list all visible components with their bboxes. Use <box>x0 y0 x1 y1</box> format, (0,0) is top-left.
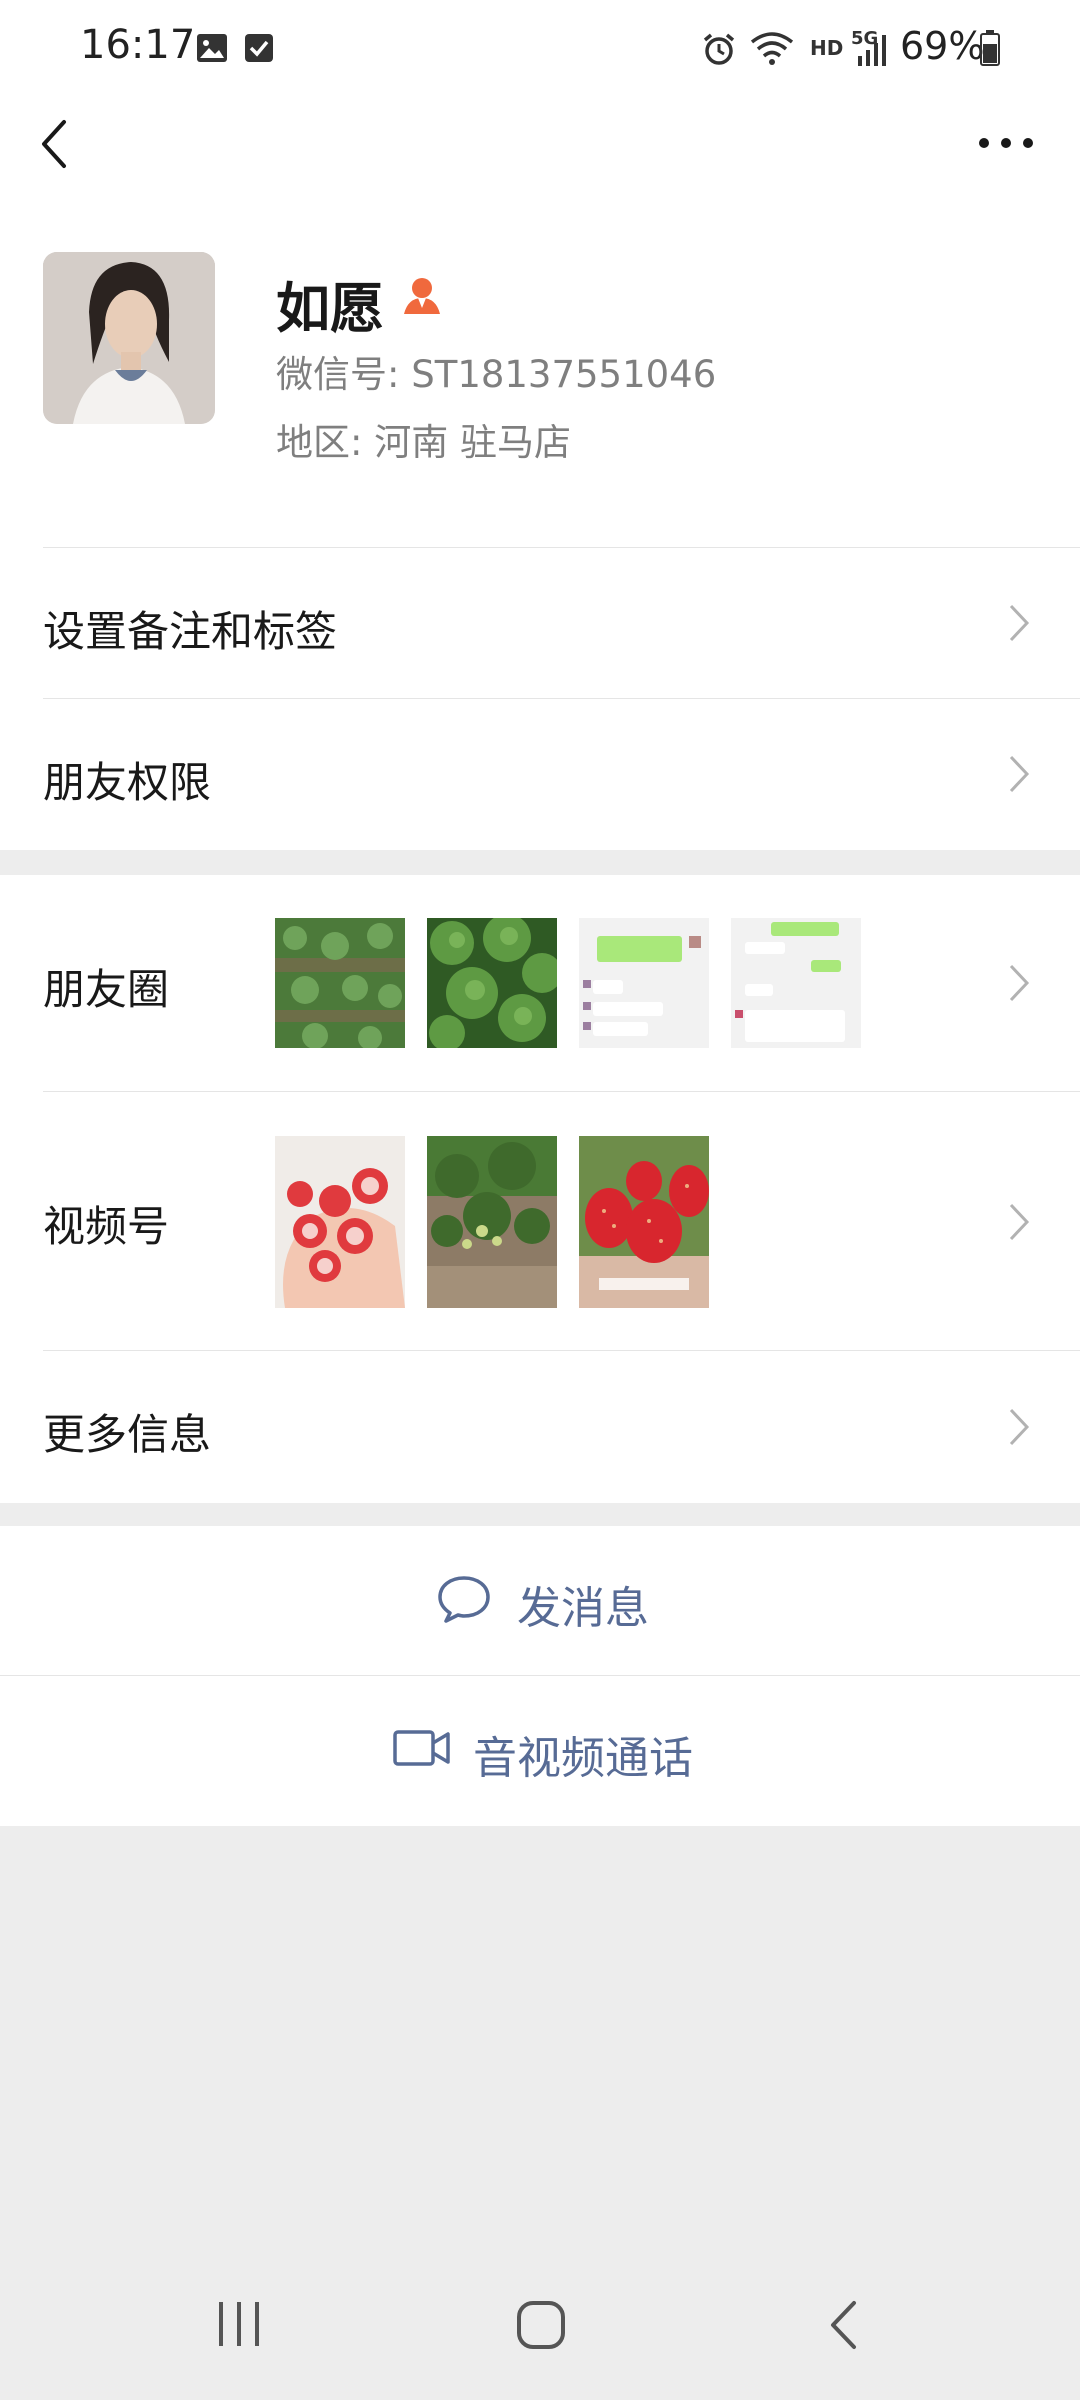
av-call-label: 音视频通话 <box>473 1733 693 1784</box>
av-call-button[interactable]: 音视频通话 <box>0 1676 1080 1826</box>
wifi-icon <box>750 32 794 65</box>
home-icon[interactable] <box>516 2300 566 2350</box>
battery-percent: 69% <box>900 24 985 68</box>
battery-icon <box>980 30 1000 66</box>
chat-bubble-icon <box>438 1576 490 1623</box>
friend-permissions-row[interactable]: 朋友权限 <box>0 699 1080 849</box>
image-icon <box>197 34 227 62</box>
content-section: 朋友圈 视频号 更多信息 <box>0 875 1080 1503</box>
signal-icon <box>858 35 886 66</box>
send-message-label: 发消息 <box>517 1583 649 1634</box>
moments-row[interactable]: 朋友圈 <box>0 875 1080 1091</box>
check-icon <box>245 34 273 62</box>
channels-row[interactable]: 视频号 <box>0 1092 1080 1350</box>
remarks-tags-row[interactable]: 设置备注和标签 <box>0 548 1080 698</box>
avatar[interactable] <box>43 252 215 424</box>
more-info-label: 更多信息 <box>43 1410 212 1459</box>
recent-apps-icon[interactable] <box>216 2302 262 2346</box>
more-info-row[interactable]: 更多信息 <box>0 1351 1080 1503</box>
settings-section: 设置备注和标签 朋友权限 <box>0 546 1080 850</box>
moments-thumbnail <box>427 918 557 1048</box>
channels-label: 视频号 <box>43 1202 170 1251</box>
wechat-id: 微信号: ST18137551046 <box>276 353 717 396</box>
back-icon[interactable] <box>36 118 72 170</box>
send-message-button[interactable]: 发消息 <box>0 1526 1080 1674</box>
status-time: 16:17 <box>80 22 196 68</box>
channels-thumbnail <box>579 1136 709 1308</box>
more-icon[interactable] <box>978 136 1034 150</box>
actions-section: 发消息 音视频通话 <box>0 1526 1080 1826</box>
profile-header: 如愿 微信号: ST18137551046 地区: 河南 驻马店 <box>0 246 1080 546</box>
status-bar: 16:17 HD 5G 69% <box>0 0 1080 96</box>
channels-thumbnail <box>427 1136 557 1308</box>
chevron-right-icon <box>1009 964 1030 1002</box>
moments-thumbnail <box>579 918 709 1048</box>
moments-thumbnail <box>731 918 861 1048</box>
chevron-right-icon <box>1009 1408 1030 1446</box>
friend-permissions-label: 朋友权限 <box>43 758 212 807</box>
channels-thumbnail <box>275 1136 405 1308</box>
video-camera-icon <box>393 1730 450 1766</box>
profile-name: 如愿 <box>276 277 384 340</box>
moments-label: 朋友圈 <box>43 965 170 1014</box>
female-icon <box>404 278 440 314</box>
moments-thumbnail <box>275 918 405 1048</box>
chevron-right-icon <box>1009 1203 1030 1241</box>
system-nav-bar <box>0 2240 1080 2400</box>
chevron-right-icon <box>1009 604 1030 642</box>
system-back-icon[interactable] <box>828 2300 858 2350</box>
chevron-right-icon <box>1009 755 1030 793</box>
hd-label: HD <box>810 36 844 60</box>
nav-bar <box>0 96 1080 246</box>
region: 地区: 河南 驻马店 <box>276 421 571 464</box>
remarks-tags-label: 设置备注和标签 <box>43 607 338 656</box>
alarm-icon <box>703 33 735 65</box>
